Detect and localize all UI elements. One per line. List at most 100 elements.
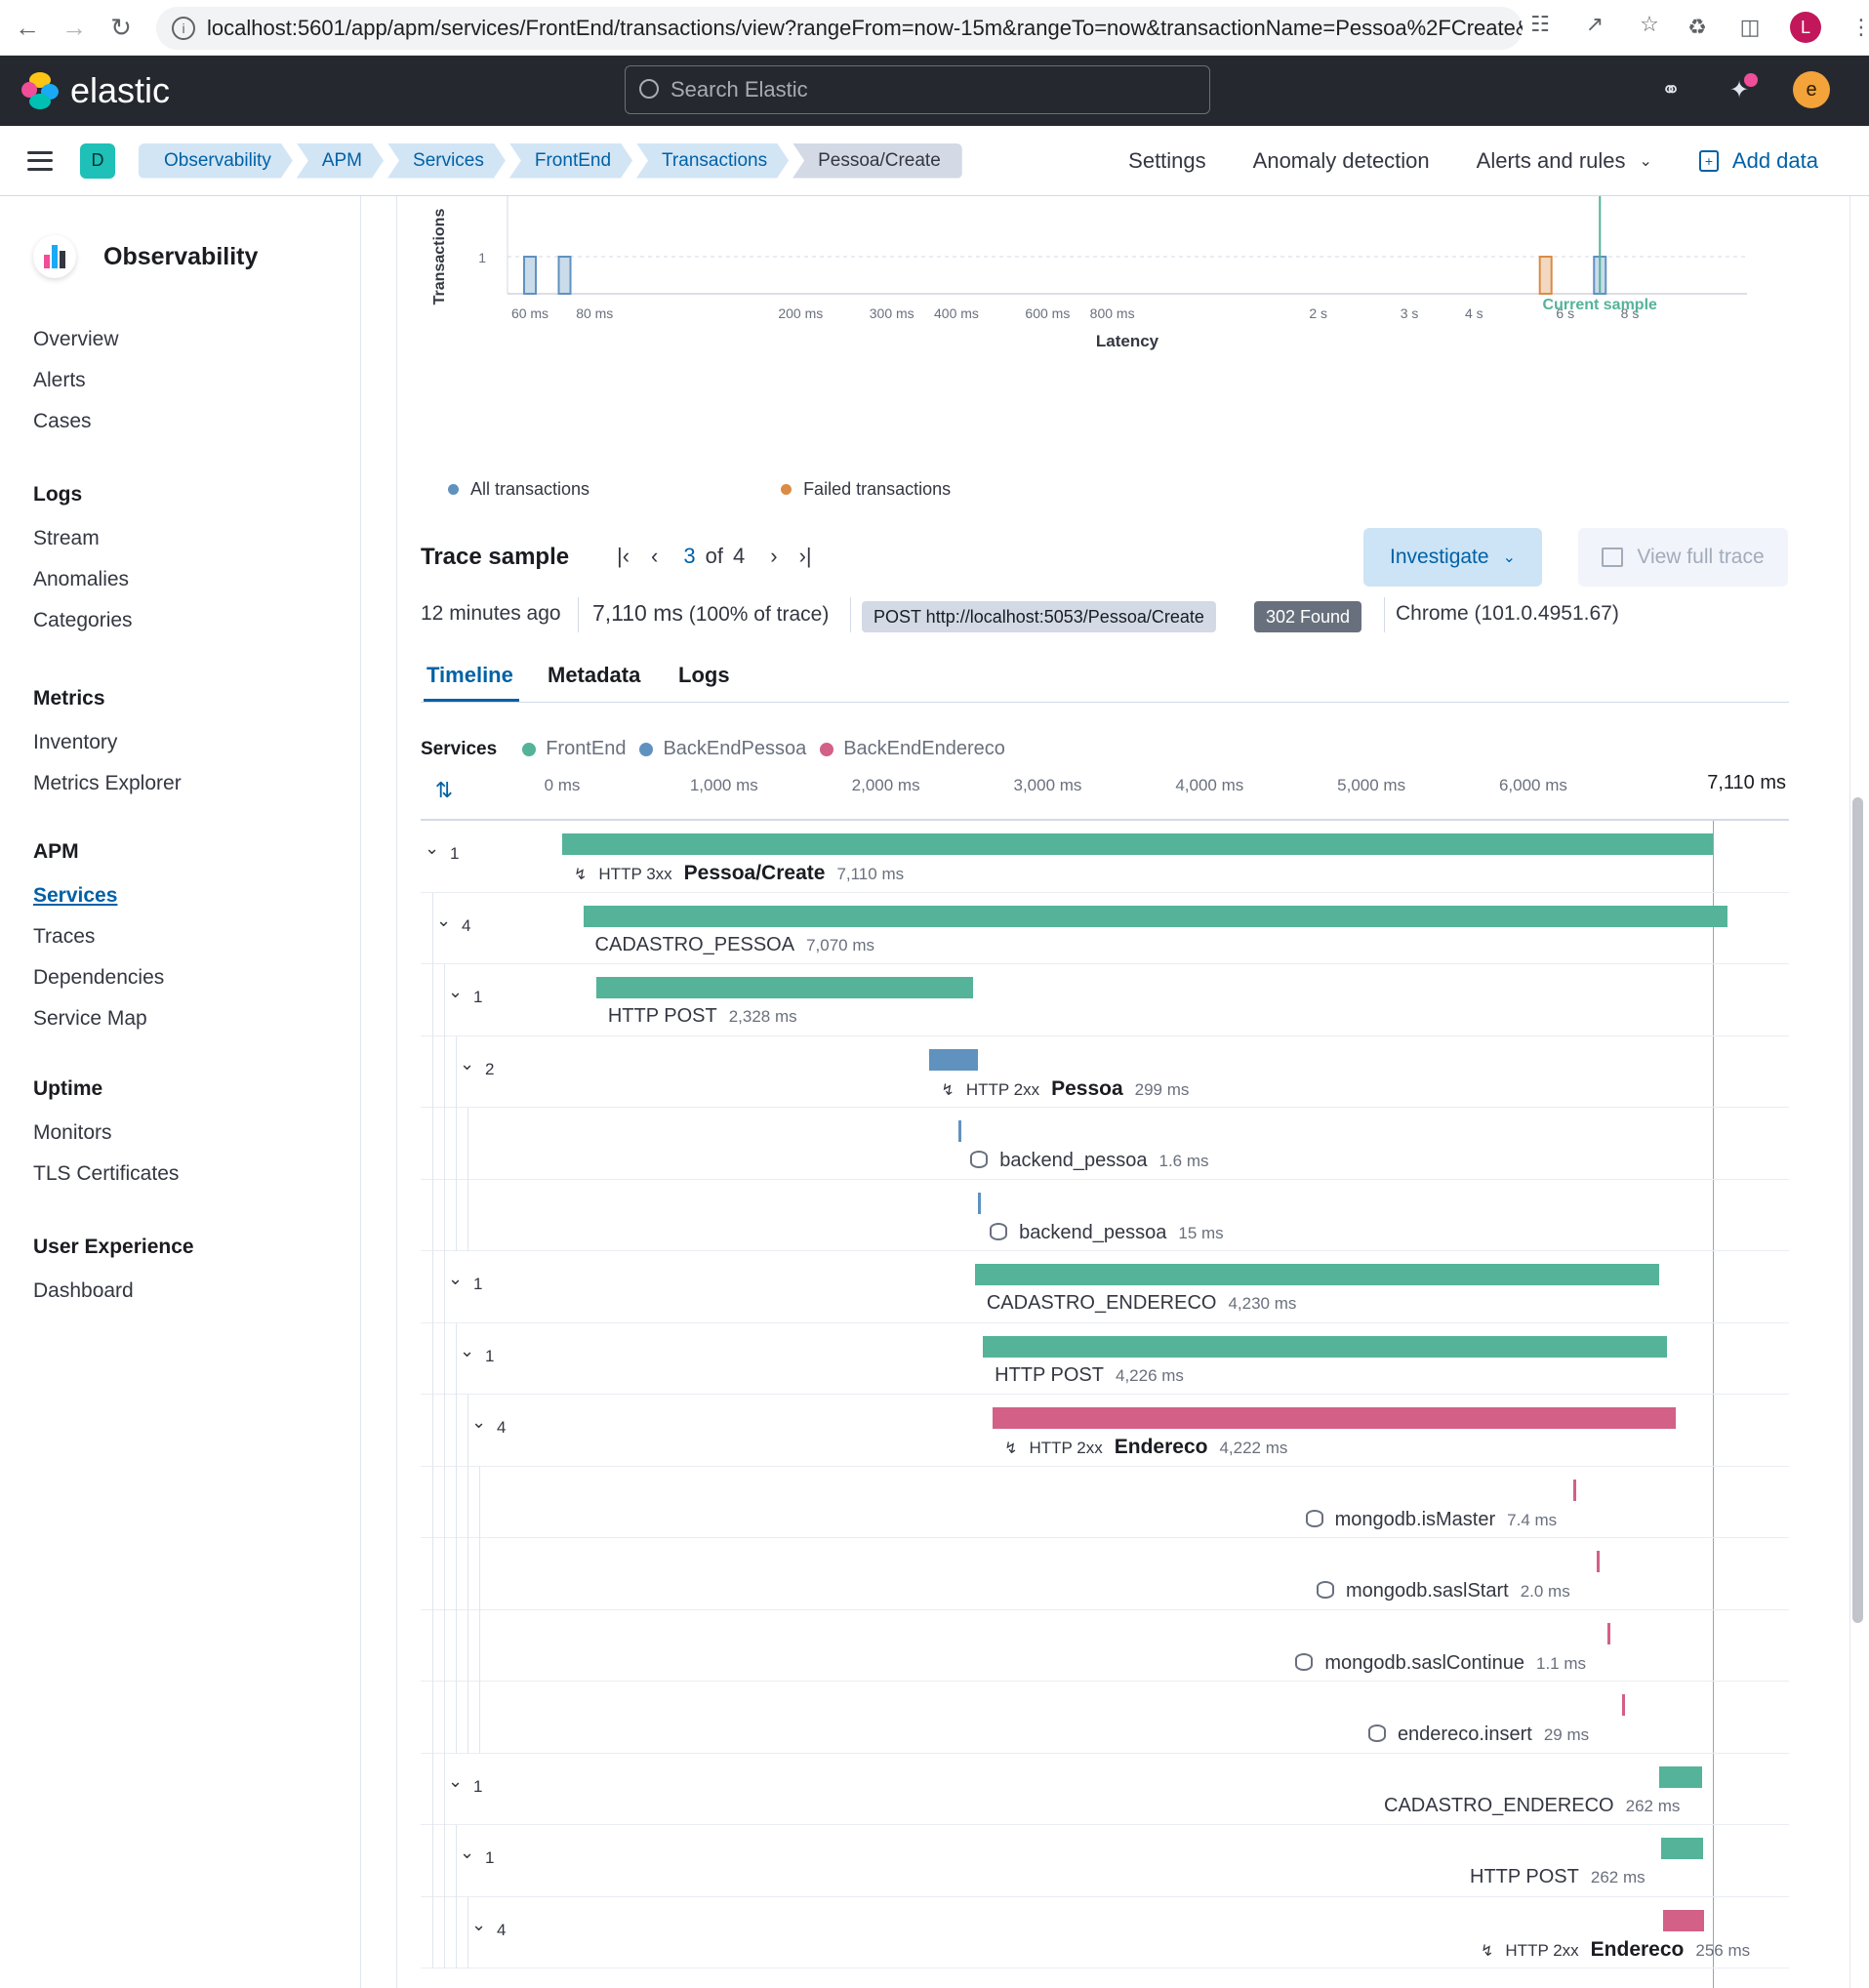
span-label[interactable]: ↯ HTTP 2xx Endereco 256 ms — [1481, 1938, 1750, 1962]
settings-link[interactable]: Settings — [1128, 148, 1206, 174]
span-bar[interactable] — [1662, 1909, 1705, 1931]
sidebar-item-metrics-explorer[interactable]: Metrics Explorer — [33, 763, 182, 804]
help-icon[interactable]: ⚭ — [1656, 75, 1686, 104]
next-page-icon[interactable]: › — [770, 544, 777, 569]
tab-metadata[interactable]: Metadata — [548, 663, 640, 688]
span-label[interactable]: HTTP POST 262 ms — [1470, 1866, 1646, 1888]
span-label[interactable]: CADASTRO_PESSOA 7,070 ms — [595, 934, 874, 956]
alerts-rules-menu[interactable]: Alerts and rules ⌄ — [1477, 148, 1652, 174]
span-label[interactable]: mongodb.saslStart 2.0 ms — [1316, 1579, 1570, 1603]
chevron-down-icon[interactable]: ⌄ — [448, 1771, 463, 1792]
site-info-icon[interactable]: i — [172, 17, 195, 40]
span-bar-marker[interactable] — [1622, 1694, 1626, 1716]
breadcrumb-frontend[interactable]: FrontEnd — [509, 143, 632, 179]
sidebar-item-inventory[interactable]: Inventory — [33, 722, 182, 763]
sidebar-item-tls-certificates[interactable]: TLS Certificates — [33, 1154, 179, 1195]
back-icon[interactable]: ← — [8, 8, 47, 47]
legend-all-transactions[interactable]: All transactions — [470, 479, 589, 500]
span-bar-marker[interactable] — [1573, 1479, 1577, 1501]
chevron-down-icon[interactable]: ⌄ — [425, 838, 439, 859]
prev-page-icon[interactable]: ‹ — [651, 544, 658, 569]
span-label[interactable]: backend_pessoa 15 ms — [990, 1221, 1224, 1244]
chevron-down-icon[interactable]: ⌄ — [436, 911, 451, 931]
browser-profile-avatar[interactable]: L — [1790, 12, 1821, 43]
bookmark-star-icon[interactable]: ☆ — [1637, 12, 1662, 37]
span-bar[interactable] — [929, 1048, 978, 1071]
span-label[interactable]: ↯ HTTP 2xx Pessoa 299 ms — [941, 1077, 1189, 1101]
sidebar-item-dashboard[interactable]: Dashboard — [33, 1271, 194, 1312]
news-feed-icon[interactable]: ✦ — [1725, 73, 1758, 104]
span-bar[interactable] — [974, 1264, 1660, 1285]
breadcrumb-transactions[interactable]: Transactions — [636, 143, 789, 179]
chevron-down-icon[interactable]: ⌄ — [448, 982, 463, 1002]
breadcrumb-services[interactable]: Services — [387, 143, 506, 179]
total-pages[interactable]: 4 — [733, 544, 745, 569]
address-bar[interactable]: i localhost:5601/app/apm/services/FrontE… — [156, 7, 1523, 50]
chevron-down-icon[interactable]: ⌄ — [471, 1412, 486, 1433]
span-label[interactable]: ↯ HTTP 2xx Endereco 4,222 ms — [1004, 1436, 1287, 1459]
span-bar[interactable] — [993, 1407, 1677, 1429]
translate-icon[interactable]: ☷ — [1527, 12, 1553, 37]
view-full-trace-button[interactable]: View full trace — [1578, 528, 1788, 587]
page-scrollbar[interactable] — [1852, 797, 1863, 1623]
span-label[interactable]: mongodb.saslContinue 1.1 ms — [1295, 1651, 1586, 1675]
user-avatar[interactable]: e — [1793, 71, 1830, 108]
sidebar-item-services[interactable]: Services — [33, 875, 164, 916]
table-row[interactable] — [421, 1467, 1789, 1538]
space-selector[interactable]: D — [80, 142, 115, 179]
span-bar[interactable] — [562, 833, 1713, 855]
chevron-down-icon[interactable]: ⌄ — [448, 1269, 463, 1289]
menu-toggle-icon[interactable] — [27, 150, 53, 171]
add-data-button[interactable]: + Add data — [1698, 148, 1818, 174]
span-bar[interactable] — [1660, 1838, 1704, 1859]
breadcrumb-apm[interactable]: APM — [297, 143, 384, 179]
chevron-down-icon[interactable]: ⌄ — [460, 1843, 474, 1863]
chevron-down-icon[interactable]: ⌄ — [460, 1341, 474, 1361]
span-label[interactable]: mongodb.isMaster 7.4 ms — [1305, 1508, 1557, 1531]
browser-menu-icon[interactable]: ⋮ — [1849, 15, 1869, 40]
span-label[interactable]: HTTP POST 4,226 ms — [995, 1364, 1184, 1387]
span-bar-marker[interactable] — [1596, 1551, 1600, 1572]
tab-logs[interactable]: Logs — [678, 663, 730, 688]
span-bar[interactable] — [983, 1335, 1667, 1358]
chevron-down-icon[interactable]: ⌄ — [460, 1054, 474, 1075]
sidebar-item-monitors[interactable]: Monitors — [33, 1113, 179, 1154]
side-panel-icon[interactable]: ◫ — [1737, 15, 1763, 40]
tab-timeline[interactable]: Timeline — [427, 663, 513, 688]
last-page-icon[interactable]: ›| — [799, 544, 812, 569]
table-row[interactable] — [421, 1538, 1789, 1610]
collapse-all-icon[interactable]: ⇅ — [430, 777, 458, 804]
sidebar-item-alerts[interactable]: Alerts — [33, 360, 119, 401]
span-bar-marker[interactable] — [958, 1120, 962, 1142]
sidebar-item-service-map[interactable]: Service Map — [33, 998, 164, 1039]
span-label[interactable]: HTTP POST 2,328 ms — [608, 1005, 797, 1028]
share-icon[interactable]: ↗ — [1582, 12, 1607, 37]
sidebar-item-overview[interactable]: Overview — [33, 319, 119, 360]
current-page[interactable]: 3 — [683, 544, 695, 569]
forward-icon[interactable]: → — [55, 8, 94, 47]
span-bar[interactable] — [1659, 1765, 1702, 1788]
elastic-logo[interactable]: elastic — [21, 70, 170, 111]
first-page-icon[interactable]: |‹ — [617, 544, 630, 569]
reload-icon[interactable]: ↻ — [102, 8, 141, 47]
breadcrumb-observability[interactable]: Observability — [139, 143, 293, 179]
anomaly-detection-link[interactable]: Anomaly detection — [1253, 148, 1430, 174]
span-bar[interactable] — [595, 977, 973, 998]
sidebar-item-traces[interactable]: Traces — [33, 916, 164, 957]
extensions-icon[interactable]: ♻ — [1685, 15, 1710, 40]
global-search-input[interactable]: Search Elastic — [625, 65, 1210, 114]
span-bar-marker[interactable] — [1607, 1622, 1611, 1644]
sidebar-item-anomalies[interactable]: Anomalies — [33, 559, 133, 600]
span-bar-marker[interactable] — [978, 1192, 982, 1214]
chevron-down-icon[interactable]: ⌄ — [471, 1915, 486, 1935]
sidebar-item-cases[interactable]: Cases — [33, 401, 119, 442]
span-label[interactable]: backend_pessoa 1.6 ms — [970, 1149, 1209, 1172]
sidebar-item-dependencies[interactable]: Dependencies — [33, 957, 164, 998]
span-bar[interactable] — [583, 905, 1727, 927]
sidebar-item-categories[interactable]: Categories — [33, 600, 133, 641]
span-label[interactable]: endereco.insert 29 ms — [1367, 1723, 1589, 1746]
sidebar-item-stream[interactable]: Stream — [33, 518, 133, 559]
span-label[interactable]: CADASTRO_ENDERECO 4,230 ms — [987, 1292, 1297, 1315]
span-label[interactable]: ↯ HTTP 3xx Pessoa/Create 7,110 ms — [574, 862, 904, 885]
legend-failed-transactions[interactable]: Failed transactions — [803, 479, 951, 500]
